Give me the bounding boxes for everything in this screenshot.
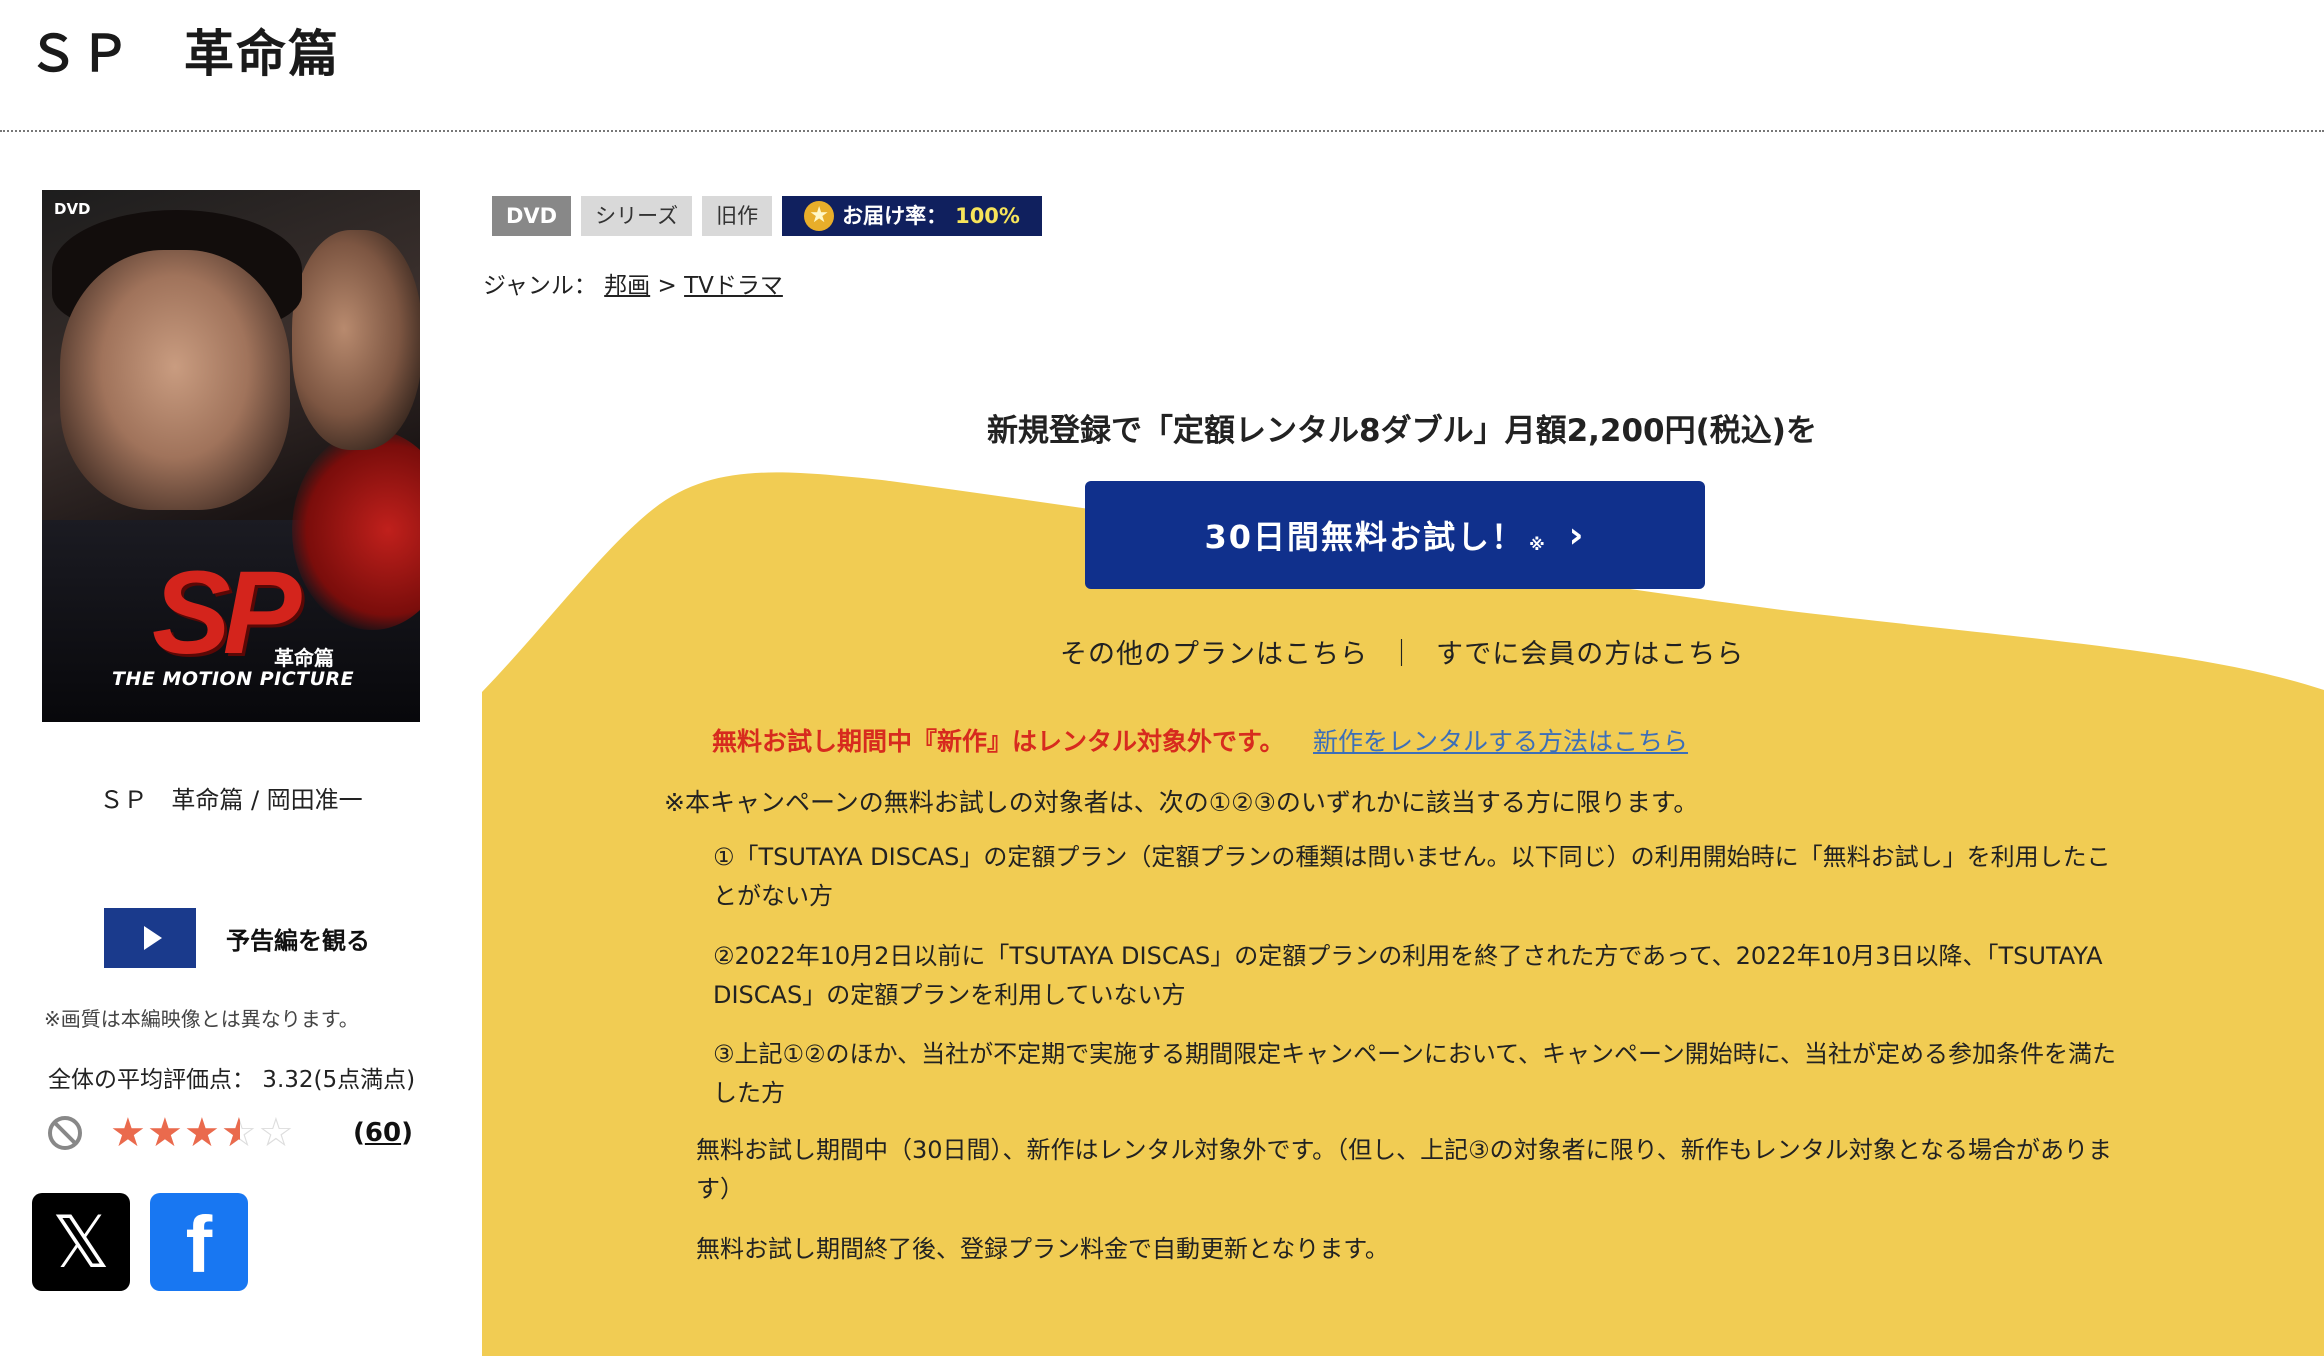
cover-subtitle: 革命篇 [274, 646, 334, 670]
rating-row: ★ ★ ★ ☆ ☆ (60) [48, 1113, 413, 1153]
chevron-right-icon: › [1568, 514, 1586, 556]
x-share-icon[interactable]: 𝕏 [32, 1193, 130, 1291]
page-title: ＳＰ 革命篇 [28, 25, 340, 83]
genre-breadcrumb: ジャンル： 邦画 > TVドラマ [483, 266, 783, 300]
old-release-badge: 旧作 [702, 196, 773, 236]
star-icon[interactable]: ★ [184, 1113, 221, 1153]
review-count-link[interactable]: 60 [365, 1118, 401, 1148]
new-release-notice: 無料お試し期間中『新作』はレンタル対象外です。 [712, 727, 1285, 756]
cover-dvd-logo: DVD [54, 200, 91, 218]
plan-links: その他のプランはこちら ｜ すでに会員の方はこちら [1060, 632, 1744, 671]
review-count: (60) [353, 1118, 413, 1148]
dvd-cover-image[interactable]: DVD SP 革命篇 THE MOTION PICTURE [42, 190, 420, 722]
campaign-eligibility-note: ※本キャンペーンの無料お試しの対象者は、次の①②③のいずれかに該当する方に限りま… [664, 788, 1699, 817]
trailer-label[interactable]: 予告編を観る [226, 921, 370, 956]
free-trial-label[interactable]: 30日間無料お試し！ [1205, 512, 1526, 558]
product-caption: ＳＰ 革命篇 / 岡田准一 [99, 786, 363, 814]
plan-links-divider: ｜ [1388, 639, 1416, 670]
trailer-button[interactable]: 予告編を観る [104, 908, 370, 968]
play-icon[interactable] [104, 908, 196, 968]
format-badge: DVD [492, 196, 572, 236]
other-plans-link[interactable]: その他のプランはこちら [1060, 632, 1368, 671]
delivery-rate-badge: ★ お届け率： 100% [782, 196, 1042, 236]
series-badge: シリーズ [581, 196, 693, 236]
quality-note: ※画質は本編映像とは異なります。 [44, 1007, 359, 1031]
cover-face-secondary [292, 230, 420, 450]
star-icon[interactable]: ★ [110, 1113, 147, 1153]
star-empty-icon[interactable]: ☆ [258, 1113, 295, 1153]
star-half-icon[interactable]: ☆ [221, 1113, 258, 1153]
delivery-rate-label: お届け率： [842, 204, 948, 228]
genre-link-subcategory[interactable]: TVドラマ [684, 273, 783, 299]
new-release-rental-link[interactable]: 新作をレンタルする方法はこちら [1313, 722, 1688, 758]
genre-separator: > [650, 273, 685, 299]
cover-tagline: THE MOTION PICTURE [112, 668, 355, 690]
title-divider [0, 130, 2324, 132]
genre-link-category[interactable]: 邦画 [604, 273, 650, 299]
star-icon[interactable]: ★ [147, 1113, 184, 1153]
eligibility-condition-1: ①「TSUTAYA DISCAS」の定額プラン（定額プランの種類は問いません。以… [713, 843, 2111, 910]
trial-period-note: 無料お試し期間中（30日間）、新作はレンタル対象外です。（但し、上記③の対象者に… [696, 1136, 2112, 1203]
average-rating: 全体の平均評価点： 3.32(5点満点) [48, 1067, 416, 1093]
star-rating[interactable]: ★ ★ ★ ☆ ☆ [110, 1113, 295, 1153]
free-trial-note-mark: ※ [1529, 534, 1547, 554]
member-login-link[interactable]: すでに会員の方はこちら [1436, 632, 1744, 671]
cover-title-logo: SP [152, 547, 301, 679]
cover-face-main [60, 250, 290, 510]
promo-heading-text: 新規登録で「定額レンタル8ダブル」月額2,200円(税込)を [987, 413, 1817, 449]
eligibility-condition-3: ③上記①②のほか、当社が不定期で実施する期間限定キャンペーンにおいて、キャンペー… [713, 1040, 2117, 1107]
delivery-rate-value: 100% [955, 204, 1020, 228]
eligibility-condition-2: ②2022年10月2日以前に「TSUTAYA DISCAS」の定額プランの利用を… [713, 942, 2103, 1009]
free-trial-button[interactable]: 30日間無料お試し！ ※ › [1085, 481, 1705, 589]
not-interested-icon[interactable] [48, 1116, 82, 1150]
star-icon: ★ [804, 201, 835, 231]
genre-label: ジャンル： [483, 273, 597, 299]
auto-renewal-note: 無料お試し期間終了後、登録プラン料金で自動更新となります。 [696, 1235, 1389, 1263]
facebook-share-icon[interactable]: f [150, 1193, 248, 1291]
product-tags: DVD シリーズ 旧作 ★ お届け率： 100% [492, 196, 1042, 236]
